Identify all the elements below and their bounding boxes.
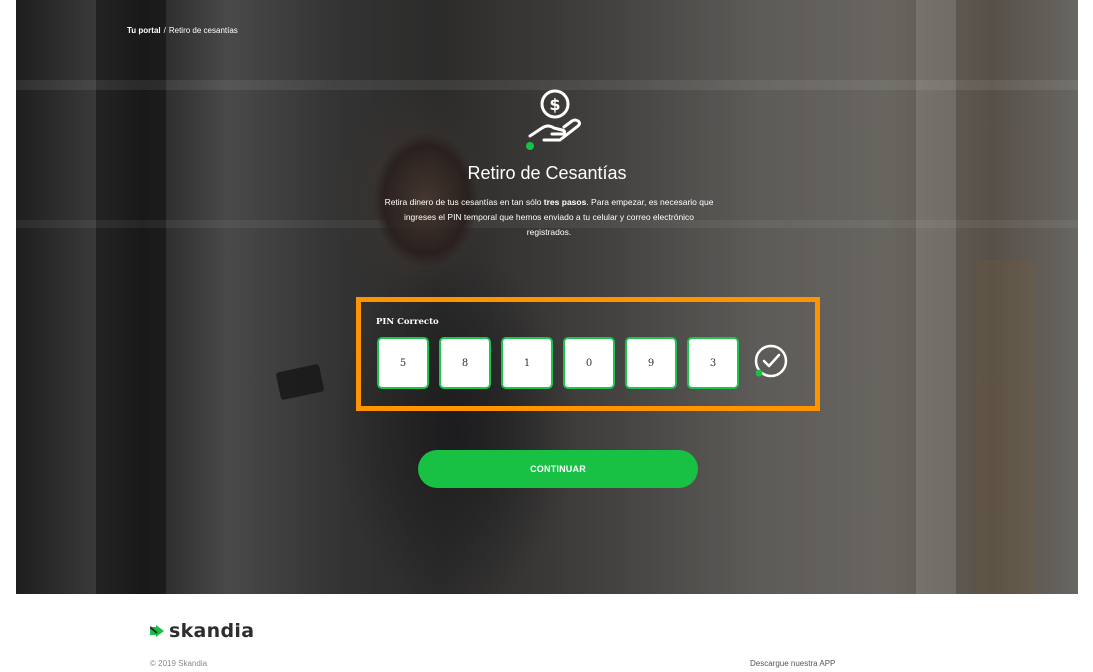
svg-text:$: $ (549, 95, 560, 114)
download-app-link[interactable]: Descargue nuestra APP (750, 659, 835, 668)
breadcrumb-home-link[interactable]: Tu portal (127, 26, 161, 35)
brand-name: skandia (169, 620, 255, 642)
page: Tu portal / Retiro de cesantías $ Retiro d… (0, 0, 1093, 672)
page-title: Retiro de Cesantías (467, 163, 627, 183)
page-description: Retira dinero de tus cesantías en tan só… (384, 197, 714, 237)
breadcrumb: Tu portal / Retiro de cesantías (127, 26, 238, 35)
hero-background-image: Tu portal / Retiro de cesantías $ Retiro d… (16, 0, 1078, 594)
skandia-logo[interactable]: skandia (150, 620, 254, 642)
copyright-text: © 2019 Skandia (150, 659, 208, 668)
continue-button[interactable]: CONTINUAR (418, 450, 698, 488)
breadcrumb-separator: / (163, 26, 166, 35)
hand-money-icon: $ (526, 89, 581, 150)
pin-highlight-frame (356, 297, 820, 411)
skandia-logo-mark-icon (150, 625, 164, 637)
breadcrumb-current: Retiro de cesantías (168, 26, 238, 35)
